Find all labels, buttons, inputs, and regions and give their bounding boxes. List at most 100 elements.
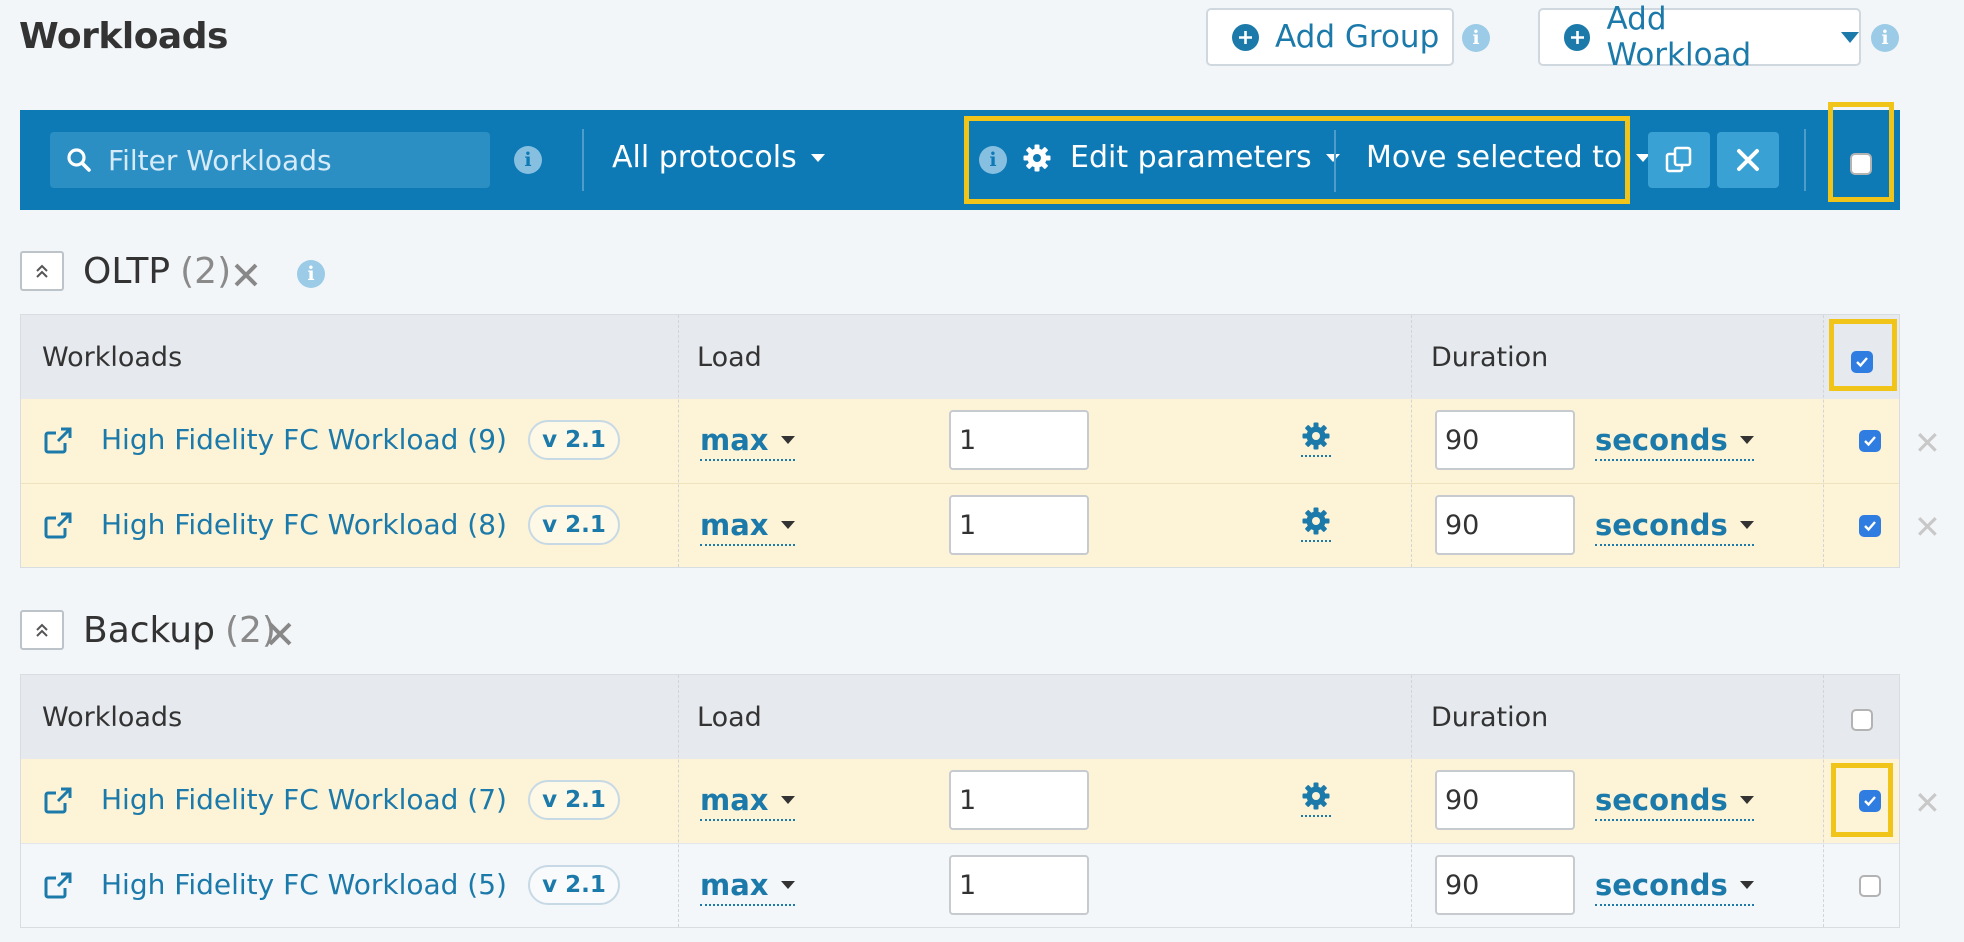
- filter-info-icon[interactable]: i: [514, 146, 542, 174]
- version-badge: v 2.1: [528, 420, 620, 460]
- duration-unit-dropdown[interactable]: seconds: [1595, 506, 1754, 546]
- load-settings-button[interactable]: [1301, 421, 1331, 457]
- collapse-group-button[interactable]: [20, 251, 64, 291]
- edit-info-icon[interactable]: i: [979, 146, 1007, 174]
- duration-unit-dropdown[interactable]: seconds: [1595, 421, 1754, 461]
- duration-unit-dropdown[interactable]: seconds: [1595, 781, 1754, 821]
- load-mode-value: max: [700, 868, 769, 902]
- table-row[interactable]: High Fidelity FC Workload (5) v 2.1 max …: [21, 843, 1899, 927]
- search-icon: [67, 148, 91, 172]
- copy-icon: [1665, 146, 1692, 173]
- version-badge: v 2.1: [528, 505, 620, 545]
- load-settings-button[interactable]: [1301, 781, 1331, 817]
- column-divider: [678, 315, 679, 567]
- plus-circle-icon: [1232, 23, 1259, 51]
- chevron-down-icon[interactable]: [1841, 31, 1859, 43]
- toolbar-divider: [582, 129, 584, 191]
- external-link-icon[interactable]: [43, 512, 73, 540]
- remove-row-button[interactable]: ✕: [1914, 784, 1941, 822]
- load-mode-dropdown[interactable]: max: [700, 781, 795, 821]
- group-count: (2): [180, 251, 232, 292]
- chevron-down-icon: [1739, 521, 1754, 529]
- column-header-workloads: Workloads: [42, 702, 183, 733]
- load-settings-button[interactable]: [1301, 506, 1331, 542]
- external-link-icon[interactable]: [43, 787, 73, 815]
- select-all-checkbox[interactable]: [1850, 153, 1872, 175]
- duration-input[interactable]: [1435, 855, 1575, 915]
- group-name: Backup: [83, 610, 215, 651]
- gear-icon: [1302, 782, 1330, 810]
- version-badge: v 2.1: [528, 865, 620, 905]
- row-select-checkbox[interactable]: [1859, 875, 1881, 897]
- load-mode-value: max: [700, 508, 769, 542]
- load-mode-dropdown[interactable]: max: [700, 866, 795, 906]
- gear-icon: [1302, 507, 1330, 535]
- move-selected-dropdown[interactable]: Move selected to: [1366, 140, 1651, 175]
- workload-table-backup: Workloads Load Duration High Fidelity FC…: [20, 674, 1900, 928]
- remove-row-button[interactable]: ✕: [1914, 424, 1941, 462]
- load-mode-dropdown[interactable]: max: [700, 506, 795, 546]
- load-value-input[interactable]: [949, 410, 1089, 470]
- duration-unit-value: seconds: [1595, 508, 1728, 542]
- duration-input[interactable]: [1435, 495, 1575, 555]
- column-divider: [1823, 315, 1824, 567]
- duplicate-button[interactable]: [1648, 132, 1710, 188]
- gear-icon: [1302, 422, 1330, 450]
- add-workload-info-icon[interactable]: i: [1871, 24, 1899, 52]
- workload-link[interactable]: High Fidelity FC Workload (8): [101, 508, 507, 541]
- workload-link[interactable]: High Fidelity FC Workload (9): [101, 423, 507, 456]
- table-row[interactable]: High Fidelity FC Workload (7) v 2.1 max …: [21, 759, 1899, 843]
- load-mode-value: max: [700, 783, 769, 817]
- close-icon: [268, 622, 292, 646]
- filter-box: [50, 132, 490, 188]
- edit-parameters-dropdown[interactable]: Edit parameters: [1022, 140, 1340, 175]
- row-select-checkbox[interactable]: [1859, 790, 1881, 812]
- group-info-icon[interactable]: i: [297, 260, 325, 288]
- group-select-checkbox[interactable]: [1851, 709, 1873, 731]
- chevron-down-icon: [780, 521, 795, 529]
- chevron-down-icon: [1739, 881, 1754, 889]
- delete-selected-button[interactable]: [1717, 132, 1779, 188]
- duration-unit-dropdown[interactable]: seconds: [1595, 866, 1754, 906]
- workload-link[interactable]: High Fidelity FC Workload (7): [101, 783, 507, 816]
- column-header-workloads: Workloads: [42, 342, 183, 373]
- row-select-checkbox[interactable]: [1859, 515, 1881, 537]
- chevron-down-icon: [1739, 796, 1754, 804]
- chevron-down-icon: [1739, 436, 1754, 444]
- add-group-button[interactable]: Add Group: [1206, 8, 1454, 66]
- collapse-group-button[interactable]: [20, 610, 64, 650]
- duration-input[interactable]: [1435, 410, 1575, 470]
- protocols-label: All protocols: [612, 140, 797, 175]
- column-divider: [678, 675, 679, 927]
- remove-group-button[interactable]: [232, 261, 260, 289]
- check-icon: [1864, 521, 1876, 532]
- row-select-checkbox[interactable]: [1859, 430, 1881, 452]
- check-icon: [1864, 796, 1876, 807]
- external-link-icon[interactable]: [43, 427, 73, 455]
- table-row[interactable]: High Fidelity FC Workload (8) v 2.1 max …: [21, 483, 1899, 567]
- workload-link[interactable]: High Fidelity FC Workload (5): [101, 868, 507, 901]
- group-title: OLTP (2): [83, 251, 231, 292]
- load-value-input[interactable]: [949, 495, 1089, 555]
- filter-workloads-input[interactable]: [108, 143, 448, 177]
- toolbar-divider: [1334, 130, 1336, 192]
- group-select-checkbox[interactable]: [1851, 351, 1873, 373]
- load-value-input[interactable]: [949, 855, 1089, 915]
- add-workload-button[interactable]: Add Workload: [1538, 1, 1861, 73]
- group-title: Backup (2): [83, 610, 276, 651]
- remove-group-button[interactable]: [266, 620, 294, 648]
- load-mode-dropdown[interactable]: max: [700, 421, 795, 461]
- load-value-input[interactable]: [949, 770, 1089, 830]
- table-row[interactable]: High Fidelity FC Workload (9) v 2.1 max …: [21, 399, 1899, 483]
- protocols-dropdown[interactable]: All protocols: [612, 140, 825, 175]
- chevron-down-icon: [780, 796, 795, 804]
- duration-unit-value: seconds: [1595, 423, 1728, 457]
- edit-parameters-label: Edit parameters: [1070, 140, 1312, 175]
- remove-row-button[interactable]: ✕: [1914, 508, 1941, 546]
- add-group-info-icon[interactable]: i: [1462, 24, 1490, 52]
- chevron-down-icon: [780, 881, 795, 889]
- duration-input[interactable]: [1435, 770, 1575, 830]
- external-link-icon[interactable]: [43, 872, 73, 900]
- close-icon: [234, 263, 258, 287]
- column-header-duration: Duration: [1431, 342, 1549, 373]
